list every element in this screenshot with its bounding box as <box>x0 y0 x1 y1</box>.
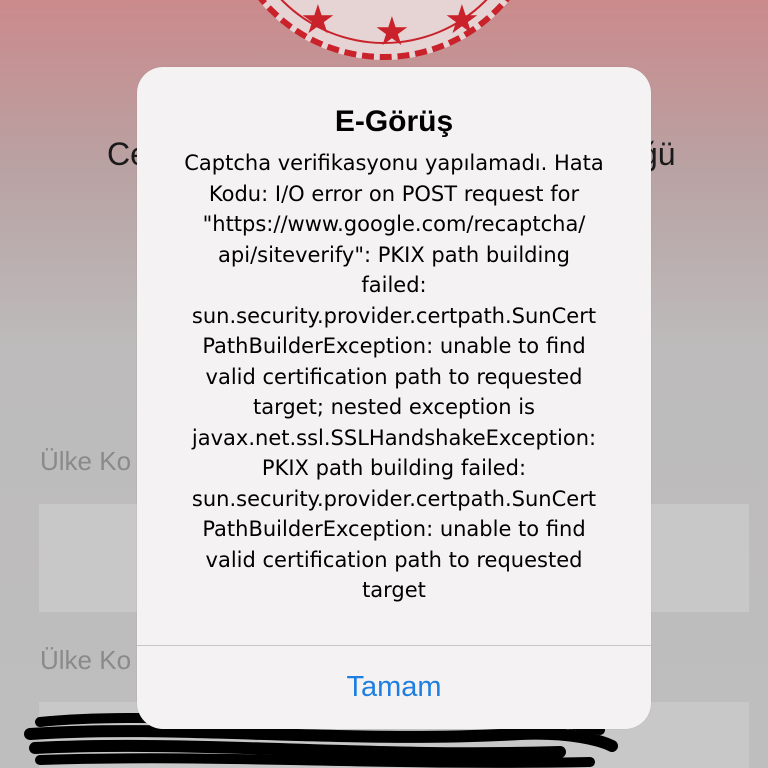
country-code-label: Ülke Ko <box>40 446 132 476</box>
star-icon: ★ <box>300 0 336 43</box>
star-icon: ★ <box>444 0 480 43</box>
ok-button[interactable]: Tamam <box>137 646 651 729</box>
star-icon: ★ <box>374 9 410 55</box>
alert-dialog: E-Görüş Captcha verifikasyonu yapılamadı… <box>137 67 651 729</box>
alert-message: Captcha verifikasyonu yapılamadı. Hata K… <box>184 151 604 602</box>
country-code-label-2: Ülke Ko <box>40 645 132 675</box>
alert-title: E-Görüş <box>334 105 454 138</box>
screen: ★ ★ ★ Ce ğü Ülke Ko Ülke Ko E-Görüş Capt… <box>0 0 768 768</box>
